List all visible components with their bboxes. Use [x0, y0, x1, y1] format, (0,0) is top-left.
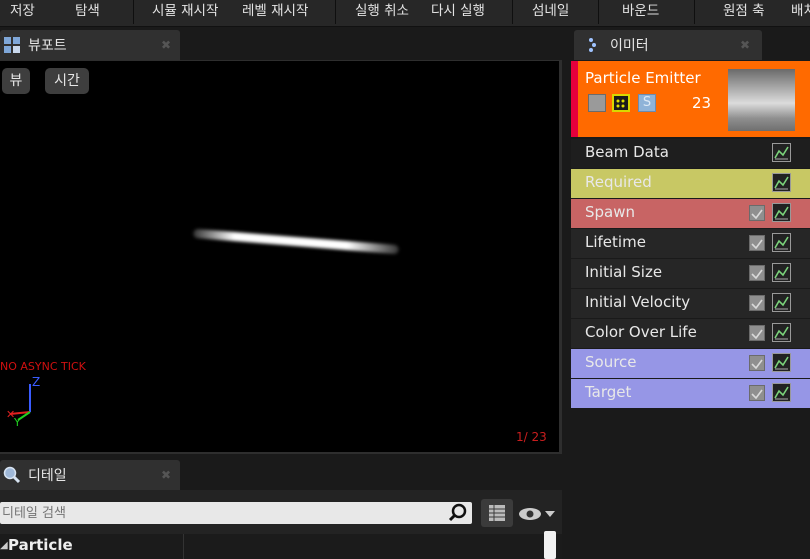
restart-level-button[interactable]: 레벨 재시작 [242, 0, 308, 26]
tab-viewport[interactable]: 뷰포트 ✖ [0, 30, 180, 60]
curve-editor-icon[interactable] [772, 173, 791, 192]
curve-editor-icon[interactable] [772, 233, 791, 252]
emitter-icon [586, 37, 600, 57]
axis-z-label: Z [32, 375, 41, 389]
module-row[interactable]: Target [571, 379, 810, 408]
details-search-box [0, 502, 472, 524]
property-matrix-button[interactable] [481, 499, 513, 527]
curve-editor-icon[interactable] [772, 203, 791, 222]
close-icon[interactable]: ✖ [740, 38, 750, 52]
column-divider [183, 534, 184, 559]
module-enable-checkbox[interactable] [749, 235, 765, 251]
eye-icon[interactable] [518, 505, 558, 527]
search-input[interactable] [2, 503, 442, 523]
background-button[interactable]: 배치 [791, 0, 810, 26]
module-label: Source [585, 353, 637, 371]
module-label: Lifetime [585, 233, 646, 251]
particle-count: 23 [692, 94, 712, 112]
tab-details-label: 디테일 [28, 468, 67, 484]
expand-arrow-icon[interactable]: ◢ [0, 540, 8, 551]
toolbar-separator [694, 0, 695, 24]
emitter-selection-stripe [571, 61, 578, 137]
module-label: Target [585, 383, 632, 401]
toolbar-separator [598, 0, 599, 24]
module-label: Initial Size [585, 263, 663, 281]
solo-icon[interactable]: S [638, 94, 656, 112]
toolbar-separator [335, 0, 336, 24]
module-enable-checkbox[interactable] [749, 265, 765, 281]
redo-button[interactable]: 다시 실행 [431, 0, 485, 26]
time-options-button[interactable]: 시간 [45, 68, 89, 94]
module-label: Initial Velocity [585, 293, 691, 311]
toolbar-separator [133, 0, 134, 24]
render-mode-icon[interactable] [612, 94, 630, 112]
module-enable-checkbox[interactable] [749, 325, 765, 341]
module-row[interactable]: Beam Data [571, 139, 810, 168]
toolbar-separator [512, 0, 513, 24]
emitter-enable-checkbox[interactable] [588, 94, 606, 112]
curve-editor-icon[interactable] [772, 383, 791, 402]
module-row[interactable]: Spawn [571, 199, 810, 228]
module-row[interactable]: Required [571, 169, 810, 198]
module-label: Spawn [585, 203, 636, 221]
bounds-button[interactable]: 바운드 [622, 0, 659, 26]
restart-sim-button[interactable]: 시뮬 재시작 [152, 0, 218, 26]
module-row[interactable]: Lifetime [571, 229, 810, 258]
save-button[interactable]: 저장 [10, 0, 35, 26]
tab-details[interactable]: 디테일 ✖ [0, 460, 180, 490]
search-icon[interactable] [448, 503, 468, 527]
close-icon[interactable]: ✖ [161, 38, 171, 52]
undo-button[interactable]: 실행 취소 [355, 0, 409, 26]
view-options-button[interactable]: 뷰 [2, 68, 30, 94]
svg-text:Y: Y [13, 416, 21, 426]
details-magnifier-icon [3, 466, 21, 488]
main-toolbar: 저장 탐색 시뮬 재시작 레벨 재시작 실행 취소 다시 실행 섬네일 바운드 … [0, 0, 810, 27]
module-row[interactable]: Source [571, 349, 810, 378]
module-enable-checkbox[interactable] [749, 295, 765, 311]
close-icon[interactable]: ✖ [161, 468, 171, 482]
emitter-thumbnail [728, 69, 795, 131]
category-title: Particle [8, 536, 73, 554]
curve-editor-icon[interactable] [772, 143, 791, 162]
frame-counter: 1/ 23 [516, 430, 547, 444]
module-enable-checkbox[interactable] [749, 205, 765, 221]
module-enable-checkbox[interactable] [749, 355, 765, 371]
module-enable-checkbox[interactable] [749, 385, 765, 401]
module-label: Beam Data [585, 143, 669, 161]
curve-editor-icon[interactable] [772, 353, 791, 372]
module-label: Color Over Life [585, 323, 697, 341]
curve-editor-icon[interactable] [772, 323, 791, 342]
browse-button[interactable]: 탐색 [75, 0, 100, 26]
viewport-icon [3, 36, 21, 58]
tab-viewport-label: 뷰포트 [28, 38, 67, 54]
module-row[interactable]: Color Over Life [571, 319, 810, 348]
module-label: Required [585, 173, 652, 191]
scrollbar[interactable] [544, 531, 556, 559]
thumbnail-button[interactable]: 섬네일 [532, 0, 569, 26]
emitter-name: Particle Emitter [585, 69, 701, 87]
viewport-canvas[interactable] [0, 61, 559, 452]
warning-text: NO ASYNC TICK [0, 360, 86, 373]
tab-emitters-label: 이미터 [610, 38, 649, 54]
curve-editor-icon[interactable] [772, 263, 791, 282]
module-row[interactable]: Initial Size [571, 259, 810, 288]
module-row[interactable]: Initial Velocity [571, 289, 810, 318]
origin-axis-button[interactable]: 원점 축 [723, 0, 765, 26]
curve-editor-icon[interactable] [772, 293, 791, 312]
axis-gizmo: ✕ Y [0, 376, 50, 430]
category-header[interactable] [0, 534, 562, 559]
tab-emitters[interactable]: 이미터 ✖ [574, 30, 762, 60]
